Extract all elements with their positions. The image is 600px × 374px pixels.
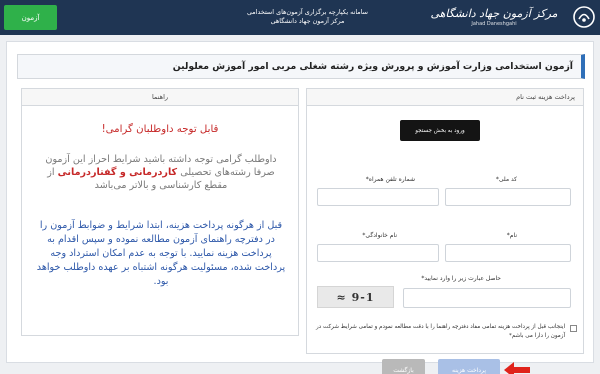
payment-panel-title: پرداخت هزینه ثبت نام bbox=[307, 89, 583, 106]
payment-panel: پرداخت هزینه ثبت نام ورود به بخش جستجو ک… bbox=[306, 88, 584, 374]
captcha-input[interactable] bbox=[403, 288, 571, 308]
system-title: سامانه یکپارچه برگزاری آزمون‌های استخدام… bbox=[246, 8, 369, 16]
enter-search-button[interactable]: ورود به بخش جستجو bbox=[400, 120, 480, 141]
agreement-checkbox[interactable] bbox=[570, 325, 577, 332]
mobile-field[interactable] bbox=[317, 188, 439, 206]
top-bar: آزمون سامانه یکپارچه برگزاری آزمون‌های ا… bbox=[0, 0, 600, 35]
mobile-label: شماره تلفن همراه* bbox=[365, 176, 415, 183]
guide-notice-highlight: کاردرمانی و گفتاردرمانی bbox=[57, 167, 178, 178]
header-titles: سامانه یکپارچه برگزاری آزمون‌های استخدام… bbox=[245, 8, 370, 26]
arrow-left-icon bbox=[504, 362, 530, 374]
guide-panel-title: راهنما bbox=[22, 89, 298, 106]
national-code-label: کد ملی* bbox=[495, 176, 517, 183]
guide-notice-payment: قبل از هرگونه پرداخت هزینه، ابتدا شرایط … bbox=[36, 220, 286, 287]
logo[interactable]: مرکز آزمون جهاد دانشگاهی Jahad Daneshgah… bbox=[420, 3, 598, 32]
pay-button[interactable]: پرداخت هزینه bbox=[438, 359, 500, 374]
center-title: مرکز آزمون جهاد دانشگاهی bbox=[270, 17, 345, 25]
back-button[interactable]: بازگشت bbox=[382, 359, 425, 374]
logo-subtext: Jahad Daneshgahi bbox=[471, 21, 517, 27]
logo-emblem-icon bbox=[573, 6, 595, 28]
national-code-field[interactable] bbox=[445, 188, 571, 206]
first-name-field[interactable] bbox=[445, 244, 571, 262]
guide-heading: قابل توجه داوطلبان گرامی! bbox=[101, 124, 219, 135]
captcha-image: 9-1 ≈ bbox=[317, 286, 394, 308]
page-title: آزمون استخدامی وزارت آموزش و پرورش ویژه … bbox=[17, 54, 585, 79]
captcha-label: حاصل عبارت زیر را وارد نمایید* bbox=[421, 275, 501, 282]
agreement-text: اینجانب قبل از پرداخت هزینه تمامی مفاد د… bbox=[315, 324, 565, 339]
guide-panel: راهنما قابل توجه داوطلبان گرامی! داوطلب … bbox=[21, 88, 299, 336]
logo-text: مرکز آزمون جهاد دانشگاهی bbox=[430, 7, 558, 20]
guide-notice-eligibility: داوطلب گرامی توجه داشته باشید شرایط احرا… bbox=[36, 153, 286, 192]
first-name-label: نام* bbox=[506, 232, 517, 239]
last-name-field[interactable] bbox=[317, 244, 439, 262]
main-container: آزمون استخدامی وزارت آموزش و پرورش ویژه … bbox=[6, 41, 594, 374]
last-name-label: نام خانوادگی* bbox=[362, 232, 397, 239]
exam-button[interactable]: آزمون bbox=[4, 5, 57, 30]
